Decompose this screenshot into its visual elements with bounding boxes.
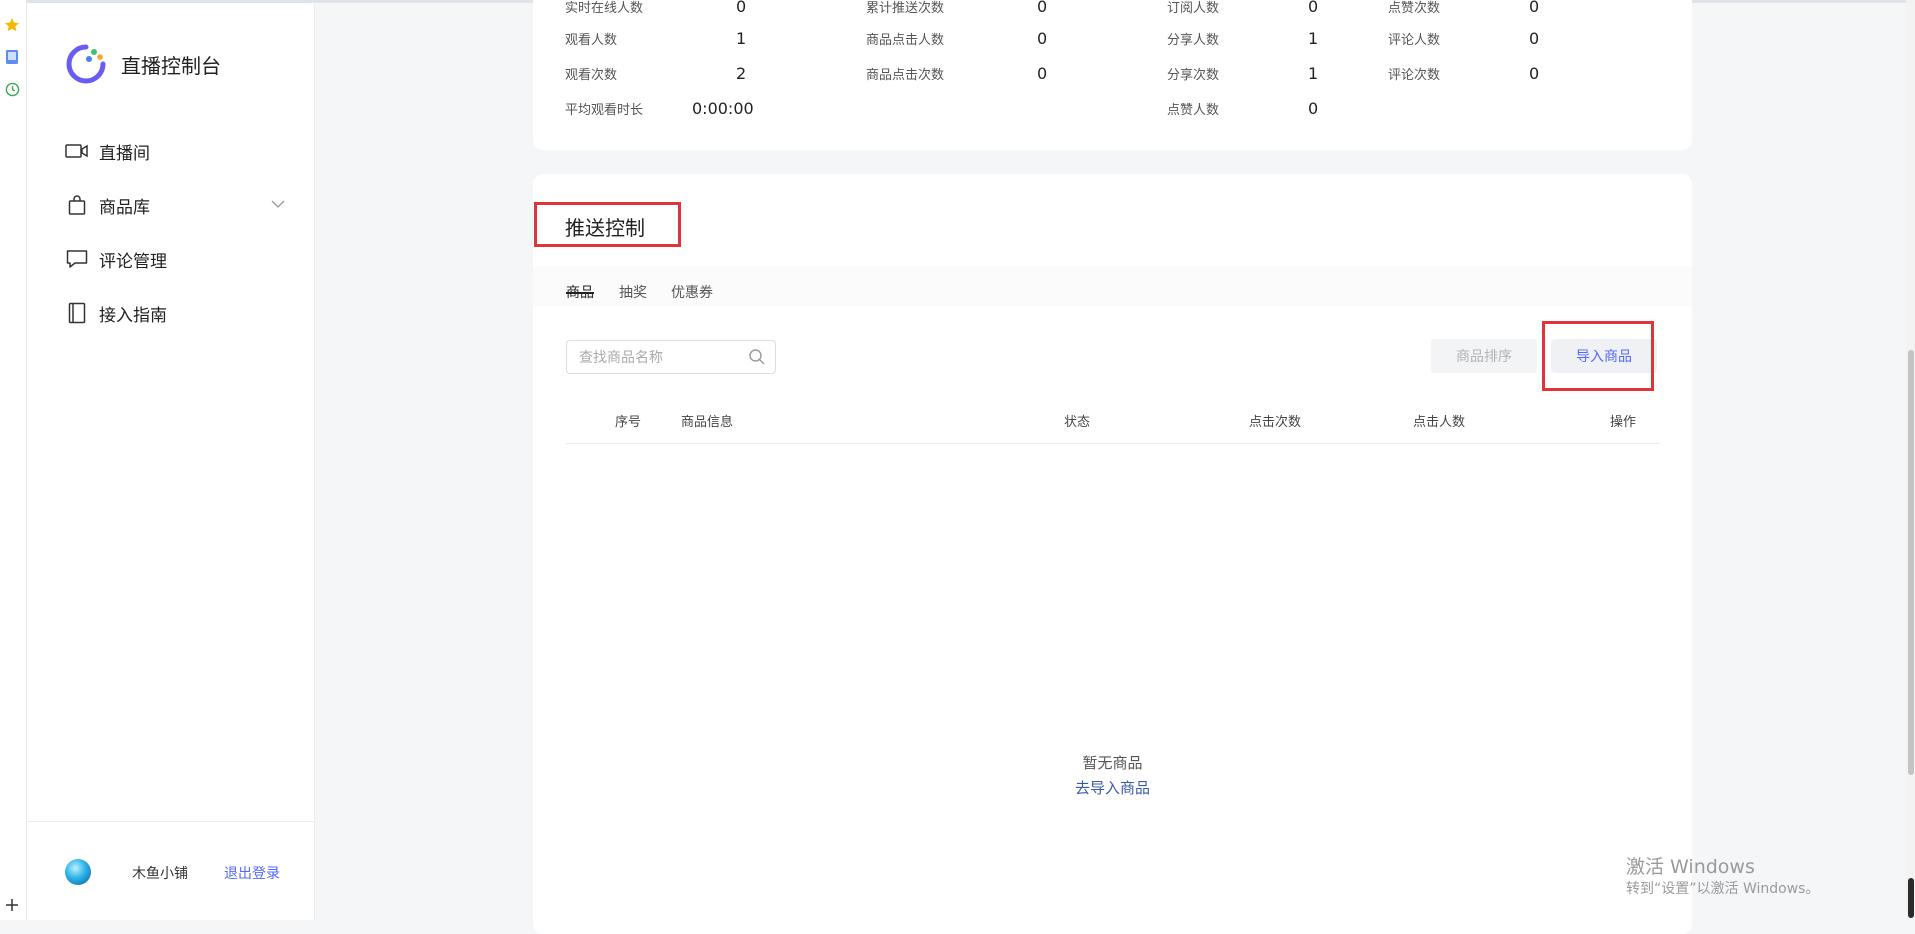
nav-item-comment-management[interactable]: 评论管理 (65, 244, 285, 274)
stat-label: 累计推送次数 (866, 1, 945, 16)
stat-value: 0 (1529, 29, 1540, 48)
chevron-down-icon[interactable] (271, 194, 285, 214)
empty-state-text: 暂无商品 (1082, 754, 1143, 772)
nav-item-product-library[interactable]: 商品库 (65, 190, 285, 220)
stat-value: 0 (1308, 99, 1319, 118)
search-icon[interactable] (748, 348, 766, 370)
tab-lottery[interactable]: 抽奖 (619, 282, 647, 302)
browser-favorites-bar (0, 0, 27, 920)
stat-label: 商品点击人数 (866, 33, 945, 48)
sidebar-user-panel: 木鱼小铺 退出登录 (27, 821, 314, 920)
column-header-actions: 操作 (1610, 415, 1637, 430)
windows-watermark-subtitle: 转到“设置”以激活 Windows。 (1626, 881, 1820, 897)
column-header-index: 序号 (615, 415, 642, 430)
comment-icon (65, 248, 89, 270)
collection-icon[interactable] (3, 48, 21, 66)
stat-value: 0 (1037, 29, 1048, 48)
stat-value: 1 (1308, 64, 1319, 83)
nav-label: 接入指南 (99, 305, 167, 326)
brand: 直播控制台 (65, 43, 221, 85)
column-header-status: 状态 (1064, 415, 1091, 430)
nav-label: 商品库 (99, 197, 150, 218)
stat-value: 0 (1037, 0, 1048, 16)
stat-value: 0 (1529, 0, 1540, 16)
stat-value: 2 (736, 64, 747, 83)
stat-value: 0 (1037, 64, 1048, 83)
stat-label: 观看人数 (565, 33, 618, 48)
column-header-click-count: 点击次数 (1249, 415, 1302, 430)
stat-label: 评论次数 (1388, 68, 1441, 83)
scrollbar-thumb[interactable] (1908, 350, 1914, 775)
table-header-divider (566, 443, 1660, 444)
stat-label: 商品点击次数 (866, 68, 945, 83)
tab-coupons[interactable]: 优惠券 (671, 282, 713, 302)
stat-label: 分享人数 (1167, 33, 1220, 48)
active-tab-indicator (566, 292, 594, 294)
brand-title: 直播控制台 (121, 53, 221, 78)
sort-products-button[interactable]: 商品排序 (1431, 339, 1537, 373)
tab-bar: 商品 抽奖 优惠券 (533, 266, 1692, 306)
stats-card: 实时在线人数 0 观看人数 1 观看次数 2 平均观看时长 0:00:00 累计… (533, 0, 1692, 150)
logo-icon (66, 44, 106, 84)
stat-label: 订阅人数 (1167, 1, 1220, 16)
history-icon[interactable] (3, 80, 21, 98)
scrollbar-thumb-secondary[interactable] (1908, 878, 1914, 918)
section-title: 推送控制 (565, 216, 645, 240)
stat-label: 观看次数 (565, 68, 618, 83)
nav-item-live-room[interactable]: 直播间 (65, 136, 285, 166)
sidebar: 直播控制台 直播间 商品库 评论管理 接入指南 木鱼小铺 退出登录 (27, 3, 315, 920)
go-import-products-link[interactable]: 去导入商品 (533, 777, 1692, 798)
logout-link[interactable]: 退出登录 (224, 863, 280, 883)
windows-watermark-title: 激活 Windows (1626, 856, 1755, 878)
video-camera-icon (65, 140, 89, 162)
stat-label: 点赞次数 (1388, 1, 1441, 16)
product-search-input[interactable] (577, 347, 741, 369)
stat-value: 0 (736, 0, 747, 16)
stat-value: 0 (1529, 64, 1540, 83)
column-header-product-info: 商品信息 (681, 415, 734, 430)
push-control-card: 推送控制 商品 抽奖 优惠券 商品排序 导入商品 序号 商品信息 状态 点击次数… (533, 174, 1692, 934)
stat-label: 分享次数 (1167, 68, 1220, 83)
nav-item-integration-guide[interactable]: 接入指南 (65, 298, 285, 328)
star-icon[interactable] (3, 16, 21, 34)
highlight-box (1542, 321, 1654, 391)
user-name: 木鱼小铺 (132, 866, 188, 882)
stat-value: 1 (736, 29, 747, 48)
nav-label: 评论管理 (99, 251, 167, 272)
stat-label: 点赞人数 (1167, 103, 1220, 118)
add-icon[interactable] (3, 896, 21, 914)
book-icon (65, 302, 89, 324)
stat-value: 1 (1308, 29, 1319, 48)
stat-label: 评论人数 (1388, 33, 1441, 48)
stat-label: 实时在线人数 (565, 1, 644, 16)
shopping-bag-icon (65, 194, 89, 216)
column-header-click-users: 点击人数 (1413, 415, 1466, 430)
stat-value: 0 (1308, 0, 1319, 16)
nav-label: 直播间 (99, 143, 150, 164)
product-search-box[interactable] (566, 340, 776, 374)
avatar[interactable] (65, 859, 91, 885)
stat-label: 平均观看时长 (565, 103, 644, 118)
stat-value: 0:00:00 (692, 99, 754, 118)
